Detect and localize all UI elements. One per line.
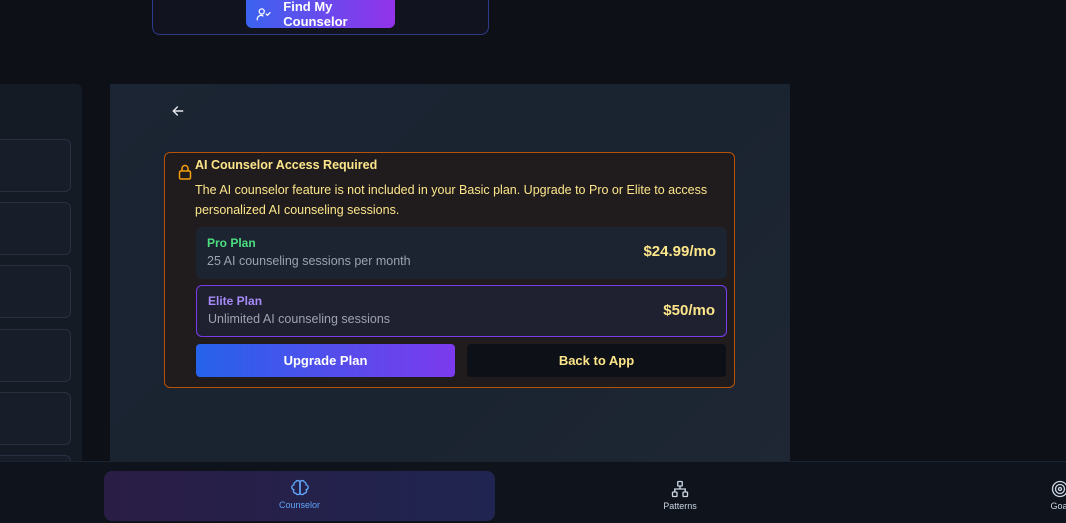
notice-title: AI Counselor Access Required [195, 158, 378, 172]
target-icon [1051, 480, 1066, 498]
user-search-icon [256, 8, 271, 21]
notice-description: The AI counselor feature is not included… [195, 183, 708, 217]
plan-price: $24.99/mo [643, 243, 716, 260]
nav-label: Patterns [663, 501, 697, 511]
plan-price: $50/mo [663, 302, 715, 319]
plan-name: Elite Plan [208, 294, 263, 308]
nav-item-goal[interactable]: Goal [1040, 480, 1066, 511]
lock-icon [178, 164, 192, 180]
left-sidebar-panel [0, 84, 82, 508]
nav-label: Counselor [278, 500, 321, 510]
find-my-counselor-label: Find My Counselor [283, 0, 348, 29]
pro-plan-card[interactable]: Pro Plan 25 AI counseling sessions per m… [196, 227, 727, 279]
plan-name: Pro Plan [207, 236, 256, 250]
sidebar-card[interactable] [0, 392, 71, 445]
nav-item-patterns[interactable]: Patterns [650, 480, 710, 511]
sidebar-card[interactable] [0, 139, 71, 192]
bottom-navigation: Counselor Patterns Goal [0, 461, 1066, 523]
sidebar-card[interactable] [0, 329, 71, 382]
sidebar-card[interactable] [0, 202, 71, 255]
nav-item-counselor[interactable]: Counselor [104, 471, 495, 521]
network-icon [671, 480, 689, 498]
upgrade-plan-button[interactable]: Upgrade Plan [196, 344, 455, 377]
find-my-counselor-button[interactable]: Find My Counselor [246, 0, 395, 29]
back-arrow-icon[interactable] [170, 103, 186, 119]
plan-description: Unlimited AI counseling sessions [208, 312, 391, 326]
nav-label: Goal [1050, 501, 1066, 511]
plan-description: 25 AI counseling sessions per month [207, 254, 411, 268]
sidebar-card[interactable] [0, 265, 71, 318]
elite-plan-card[interactable]: Elite Plan Unlimited AI counseling sessi… [196, 285, 727, 337]
brain-icon [290, 479, 309, 496]
back-to-app-button[interactable]: Back to App [467, 344, 726, 377]
